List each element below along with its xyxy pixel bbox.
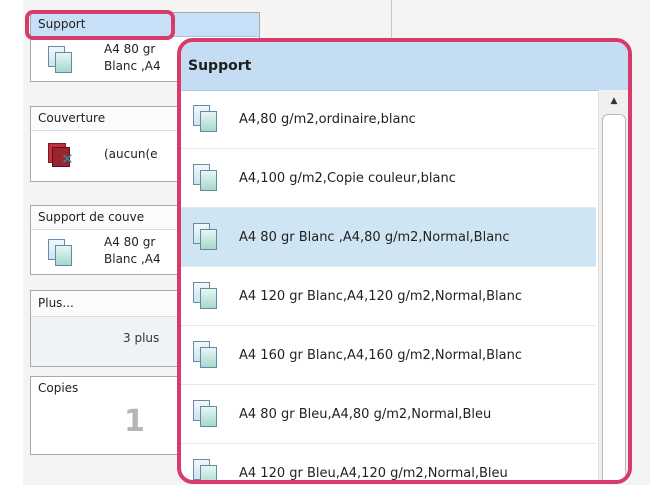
couverture-value: (aucun(e (104, 147, 158, 161)
list-item-label: A4,80 g/m2,ordinaire,blanc (239, 111, 416, 127)
paper-stack-icon (193, 164, 217, 191)
plus-value: 3 plus (123, 331, 160, 345)
copies-count[interactable]: 1 (124, 404, 145, 439)
scrollbar-thumb[interactable] (602, 114, 626, 480)
scroll-up-arrow-icon[interactable]: ▲ (599, 90, 628, 112)
paper-stack-icon (193, 105, 217, 132)
paper-stack-icon (193, 400, 217, 427)
list-item[interactable]: A4 160 gr Blanc,A4,160 g/m2,Normal,Blanc (181, 326, 596, 385)
list-item[interactable]: A4 120 gr Bleu,A4,120 g/m2,Normal,Bleu (181, 444, 596, 481)
support-couverture-line2: Blanc ,A4 (104, 252, 161, 266)
paper-stack-icon (48, 239, 72, 266)
list-item-label: A4 120 gr Bleu,A4,120 g/m2,Normal,Bleu (239, 465, 508, 481)
support-value: A4 80 gr Blanc ,A4 (104, 41, 161, 75)
cover-none-icon: ✕ (48, 141, 74, 167)
support-value-line1: A4 80 gr (104, 42, 156, 56)
support-list: A4,80 g/m2,ordinaire,blanc A4,100 g/m2,C… (181, 90, 596, 481)
list-item-label: A4 80 gr Blanc ,A4,80 g/m2,Normal,Blanc (239, 229, 510, 245)
list-scrollbar[interactable]: ▲ (598, 90, 628, 480)
divider (391, 0, 392, 40)
list-item[interactable]: A4 80 gr Bleu,A4,80 g/m2,Normal,Bleu (181, 385, 596, 444)
support-couverture-line1: A4 80 gr (104, 235, 156, 249)
list-item-label: A4 160 gr Blanc,A4,160 g/m2,Normal,Blanc (239, 347, 522, 363)
paper-stack-icon (48, 46, 72, 73)
list-item-label: A4,100 g/m2,Copie couleur,blanc (239, 170, 456, 186)
list-item[interactable]: A4,80 g/m2,ordinaire,blanc (181, 90, 596, 149)
list-item[interactable]: A4,100 g/m2,Copie couleur,blanc (181, 149, 596, 208)
list-item-selected[interactable]: A4 80 gr Blanc ,A4,80 g/m2,Normal,Blanc (181, 208, 596, 267)
paper-stack-icon (193, 282, 217, 309)
support-dropdown: Support A4,80 g/m2,ordinaire,blanc A4,10… (177, 38, 632, 484)
dropdown-title: Support (181, 42, 628, 91)
paper-stack-icon (193, 341, 217, 368)
support-value-line2: Blanc ,A4 (104, 59, 161, 73)
paper-stack-icon (193, 223, 217, 250)
support-highlight-frame (25, 10, 175, 40)
list-item[interactable]: A4 120 gr Blanc,A4,120 g/m2,Normal,Blanc (181, 267, 596, 326)
list-item-label: A4 80 gr Bleu,A4,80 g/m2,Normal,Bleu (239, 406, 492, 422)
paper-stack-icon (193, 459, 217, 480)
list-item-label: A4 120 gr Blanc,A4,120 g/m2,Normal,Blanc (239, 288, 522, 304)
support-couverture-value: A4 80 gr Blanc ,A4 (104, 234, 161, 268)
